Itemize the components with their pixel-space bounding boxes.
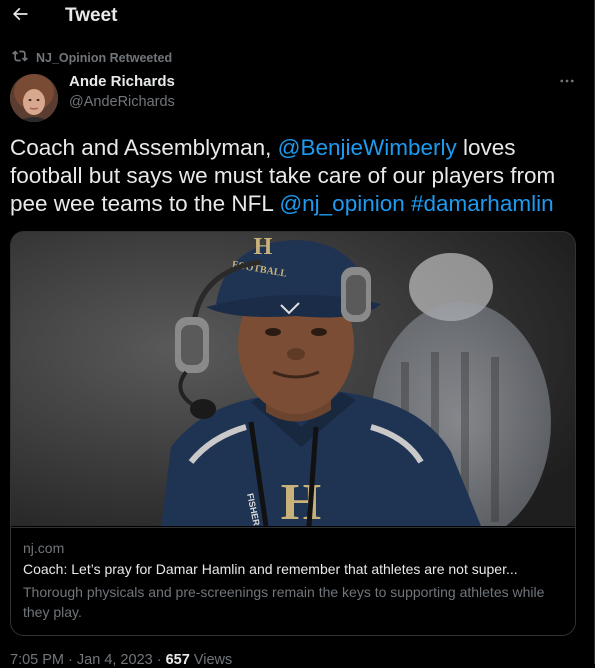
link-card[interactable]: H FISHER H FOOTBALL nj.com Coach: Let’s … <box>10 231 576 636</box>
page-header: Tweet <box>0 0 594 34</box>
card-description: Thorough physicals and pre-screenings re… <box>23 584 545 620</box>
retweet-context-label: NJ_Opinion Retweeted <box>36 51 173 65</box>
views-label: Views <box>193 652 233 668</box>
card-domain: nj.com <box>23 540 65 556</box>
mention-link[interactable]: @nj_opinion <box>279 191 404 216</box>
card-title: Coach: Let’s pray for Damar Hamlin and r… <box>23 561 518 577</box>
meta-separator: · <box>156 652 162 668</box>
tweet-text: Coach and Assemblyman, @BenjieWimberly l… <box>10 134 585 218</box>
avatar-photo <box>10 74 58 122</box>
card-body[interactable]: nj.com Coach: Let’s pray for Damar Hamli… <box>11 527 575 635</box>
views-count: 657 <box>165 652 190 668</box>
jersey-letter: H <box>281 474 321 526</box>
page-title: Tweet <box>65 5 118 26</box>
arrow-left-icon <box>10 4 30 29</box>
mention-link[interactable]: @BenjieWimberly <box>278 135 457 160</box>
more-horizontal-icon <box>558 72 576 95</box>
tweet-date[interactable]: Jan 4, 2023 <box>77 652 153 668</box>
back-button[interactable] <box>4 0 36 32</box>
more-options-button[interactable] <box>556 72 578 94</box>
retweet-icon <box>12 48 28 69</box>
author-name[interactable]: Ande Richards <box>69 73 175 90</box>
avatar[interactable] <box>10 74 58 122</box>
retweet-context[interactable]: NJ_Opinion Retweeted <box>12 50 172 66</box>
cap-letter: H <box>254 234 273 260</box>
author-handle[interactable]: @AndeRichards <box>69 94 175 110</box>
tweet-time[interactable]: 7:05 PM <box>10 652 64 668</box>
meta-separator: · <box>68 652 73 668</box>
tweet-text-part: Coach and Assemblyman, <box>10 135 278 160</box>
hashtag-link[interactable]: #damarhamlin <box>411 191 554 216</box>
card-image[interactable]: H FISHER H FOOTBALL <box>11 232 575 526</box>
tweet-meta: 7:05 PM · Jan 4, 2023 · 657 Views <box>10 652 232 668</box>
